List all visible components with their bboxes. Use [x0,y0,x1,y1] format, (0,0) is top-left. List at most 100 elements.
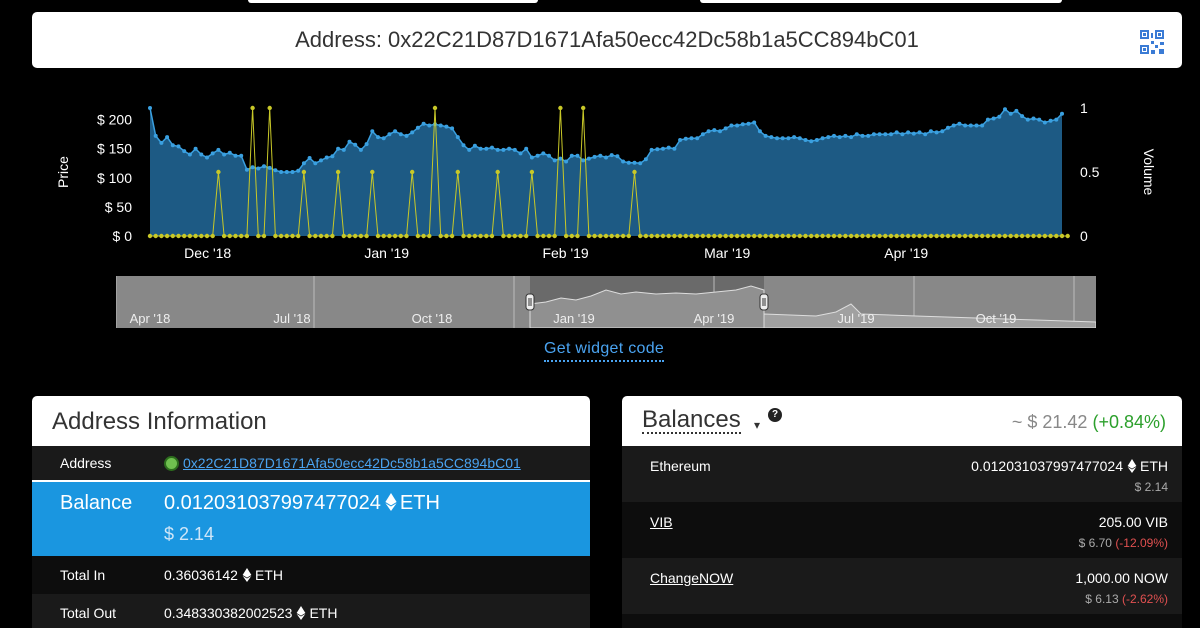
price-point [609,153,614,158]
volume-point [467,233,472,239]
volume-point [381,233,386,239]
volume-point [364,233,369,239]
volume-point [552,233,557,239]
volume-point [182,233,187,239]
price-point [518,151,523,156]
top-tab-left[interactable] [248,0,538,3]
volume-point [951,233,956,239]
volume-point [204,233,210,239]
volume-point [216,169,221,175]
token-amount: 1,000.00 NOW [1075,570,1168,586]
volume-point [415,233,421,239]
balance-row: Balance 0.012031037997477024 ETH $ 2.14 [32,482,590,556]
get-widget-code-link[interactable]: Get widget code [544,340,665,362]
volume-point [478,233,483,239]
navigator-handle[interactable] [759,293,769,311]
price-point [495,147,500,152]
price-point [889,132,893,137]
volume-point [643,233,649,239]
chart-navigator[interactable]: Apr '18 Jul '18 Oct '18 Jan '19 Apr '19 Jul '… [116,276,1096,328]
price-volume-chart[interactable]: $ 200 $ 150 $ 100 $ 50 $ 0 1 0.5 0 Dec '18 Jan '1… [0,80,1200,270]
volume-point [261,233,267,239]
volume-point [723,233,728,239]
price-point [529,155,534,160]
price-point [205,155,209,160]
identicon-icon [164,455,179,471]
price-point [1025,117,1030,122]
token-name-link[interactable]: VIB [650,514,673,530]
volume-point [609,233,614,239]
volume-point [153,233,158,239]
volume-point [900,233,905,239]
volume-point [660,233,666,239]
price-point [455,135,460,140]
price-point [1014,108,1019,113]
address-value[interactable]: 0x22C21D87D1671Afa50ecc42Dc58b1a5CC894bC… [183,455,521,471]
balances-title[interactable]: Balances [642,408,741,434]
volume-point [159,233,164,239]
navigator-svg[interactable]: Apr '18 Jul '18 Oct '18 Jan '19 Apr '19 Jul '… [116,276,1096,328]
volume-point [615,233,620,239]
price-point [700,132,705,137]
y-tick-label: $ 150 [97,141,132,157]
price-point [655,147,660,152]
price-point [769,135,774,140]
navigator-handle[interactable] [525,293,535,311]
volume-point [757,233,763,239]
token-name-link[interactable]: ChangeNOW [650,570,733,586]
token-amount-unit: ETH [1140,458,1168,474]
volume-point [917,233,922,239]
volume-point [461,233,466,239]
volume-point [791,233,797,239]
volume-point [290,233,295,239]
volume-point [1008,233,1013,239]
volume-point [501,233,506,239]
chevron-down-icon[interactable]: ▾ [754,418,760,432]
volume-point [905,233,911,239]
address-value-link[interactable]: 0x22C21D87D1671Afa50ecc42Dc58b1a5CC894bC… [164,455,521,471]
volume-point [649,233,654,239]
price-point [341,147,346,152]
price-point [301,161,306,166]
price-point [153,133,158,138]
volume-point [1042,233,1048,239]
price-point [501,147,506,152]
token-amount: 205.00 VIB [1098,514,1168,530]
top-tab-right[interactable] [700,0,1062,3]
price-point [387,132,392,137]
price-point [552,158,557,163]
balances-total-change: (+0.84%) [1092,412,1166,432]
volume-point [404,233,409,239]
total-out-value: 0.348330382002523 [164,605,293,621]
volume-point [193,233,198,239]
help-icon[interactable]: ? [768,408,782,422]
volume-point [603,233,609,239]
navigator-tick-label: Oct '19 [976,311,1017,326]
volume-point [666,233,671,239]
price-point [883,132,888,137]
volume-point [541,233,546,239]
volume-point [689,233,694,239]
price-point [775,136,779,141]
volume-point [894,233,899,239]
price-point [307,156,312,160]
price-point [284,170,289,174]
volume-point [1059,233,1065,239]
navigator-tick-label: Apr '18 [130,311,171,326]
price-point [461,143,466,148]
volume-point [438,233,443,239]
volume-point [712,233,717,239]
price-point [444,124,449,129]
volume-point [307,233,312,239]
price-point [199,152,204,157]
volume-point [1054,233,1059,239]
eth-icon [297,606,306,620]
qr-code-icon[interactable] [1140,30,1164,54]
volume-point [398,233,403,239]
volume-point [239,233,244,239]
y-tick-label: $ 0 [113,228,133,244]
price-point [934,130,939,135]
price-point [569,153,574,158]
volume-point [888,233,894,239]
price-point [689,136,694,141]
